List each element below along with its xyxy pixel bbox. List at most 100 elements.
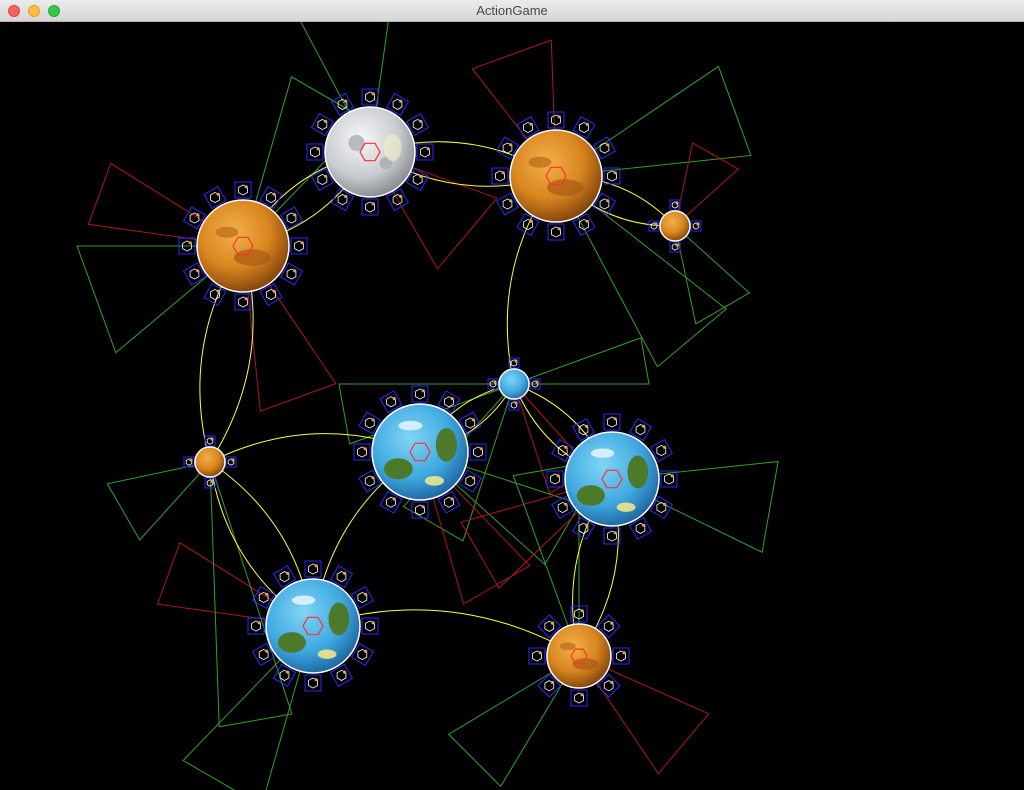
orbit-slot bbox=[304, 560, 322, 578]
desert-planet-body bbox=[546, 623, 612, 689]
slot-dot bbox=[419, 174, 423, 178]
sensor-cone bbox=[674, 225, 751, 325]
planet-ocean-bottom-left[interactable] bbox=[247, 560, 379, 692]
planet-layer bbox=[178, 88, 702, 707]
slot-dot bbox=[613, 531, 617, 535]
slot-dot bbox=[622, 651, 626, 655]
slot-dot bbox=[556, 474, 560, 478]
slot-dot bbox=[392, 397, 396, 401]
slot-dot bbox=[585, 523, 589, 527]
planet-desert-left[interactable] bbox=[178, 181, 308, 311]
slot-dot bbox=[557, 227, 561, 231]
slot-dot bbox=[580, 693, 584, 697]
game-scene[interactable] bbox=[0, 22, 1024, 790]
slot-dot bbox=[399, 99, 403, 103]
slot-dot bbox=[293, 269, 297, 273]
desert-planet-body bbox=[196, 199, 290, 293]
title-bar[interactable]: ActionGame bbox=[0, 0, 1024, 22]
orbit-slot bbox=[234, 181, 252, 199]
slot-dot bbox=[493, 380, 497, 384]
cloud bbox=[398, 420, 423, 431]
planet-ocean-tiny-center[interactable] bbox=[487, 357, 541, 411]
orbit-slot bbox=[416, 143, 434, 161]
slot-dot bbox=[580, 609, 584, 613]
slot-dot bbox=[343, 670, 347, 674]
slot-dot bbox=[663, 502, 667, 506]
planet-ocean-center[interactable] bbox=[353, 385, 487, 519]
continent bbox=[435, 428, 457, 462]
orbit-slot bbox=[469, 443, 487, 461]
game-canvas[interactable] bbox=[0, 22, 1024, 790]
slot-dot bbox=[696, 222, 700, 226]
orbit-slot bbox=[603, 413, 621, 431]
planet-ocean-right[interactable] bbox=[546, 413, 678, 545]
orbit-slot bbox=[306, 143, 324, 161]
slot-dot bbox=[371, 476, 375, 480]
slot-dot bbox=[371, 418, 375, 422]
continent bbox=[576, 485, 605, 506]
slot-dot bbox=[564, 502, 568, 506]
highlight bbox=[383, 134, 402, 161]
slot-dot bbox=[642, 424, 646, 428]
slot-dot bbox=[585, 122, 589, 126]
continent bbox=[277, 632, 306, 653]
slot-dot bbox=[286, 571, 290, 576]
orbit-slot bbox=[290, 237, 308, 255]
slot-dot bbox=[514, 401, 518, 405]
slot-dot bbox=[399, 194, 403, 198]
slot-dot bbox=[529, 219, 533, 223]
slot-dot bbox=[509, 143, 513, 147]
continent bbox=[627, 455, 649, 489]
slot-dot bbox=[471, 476, 475, 480]
slot-dot bbox=[343, 571, 347, 576]
orbit-slot bbox=[547, 111, 565, 129]
slot-dot bbox=[265, 649, 269, 653]
slot-dot bbox=[300, 241, 304, 245]
slot-dot bbox=[265, 592, 269, 596]
slot-dot bbox=[564, 445, 568, 449]
slot-dot bbox=[613, 417, 617, 421]
slot-dot bbox=[654, 222, 658, 226]
slot-dot bbox=[257, 621, 261, 625]
slot-dot bbox=[272, 192, 276, 196]
planet-moon-top[interactable] bbox=[306, 88, 434, 216]
slot-dot bbox=[371, 202, 375, 206]
slot-dot bbox=[535, 380, 539, 384]
planet-desert-top-right[interactable] bbox=[491, 111, 621, 241]
slot-dot bbox=[371, 621, 375, 625]
slot-dot bbox=[642, 523, 646, 527]
continent bbox=[384, 458, 413, 480]
orbit-slot bbox=[411, 385, 429, 403]
slot-dot bbox=[216, 192, 220, 196]
orbit-slot bbox=[361, 88, 379, 106]
cloud bbox=[590, 448, 615, 458]
slot-dot bbox=[557, 115, 561, 119]
slot-dot bbox=[314, 564, 318, 568]
slot-dot bbox=[450, 497, 454, 501]
planet-desert-small-right[interactable] bbox=[648, 199, 702, 253]
slot-dot bbox=[450, 397, 454, 401]
slot-dot bbox=[514, 359, 518, 363]
slot-dot bbox=[471, 418, 475, 422]
slot-dot bbox=[196, 213, 200, 217]
orbit-slot bbox=[612, 647, 630, 665]
orbit-slot bbox=[361, 198, 379, 216]
slot-dot bbox=[196, 269, 200, 273]
slot-dot bbox=[606, 199, 610, 203]
slot-dot bbox=[675, 201, 679, 205]
orbit-slot bbox=[361, 617, 379, 635]
slot-dot bbox=[371, 92, 375, 96]
ocean-planet-body bbox=[498, 368, 530, 400]
cloud bbox=[317, 649, 337, 659]
slot-dot bbox=[613, 171, 617, 175]
crater bbox=[233, 249, 271, 266]
slot-dot bbox=[529, 122, 533, 126]
cloud bbox=[291, 595, 316, 605]
slot-dot bbox=[610, 621, 614, 625]
desert-planet-body bbox=[659, 210, 691, 242]
slot-dot bbox=[316, 147, 320, 151]
planet-desert-small-left[interactable] bbox=[183, 435, 237, 489]
slot-dot bbox=[231, 458, 235, 462]
slot-dot bbox=[585, 424, 589, 428]
slot-dot bbox=[392, 497, 396, 501]
